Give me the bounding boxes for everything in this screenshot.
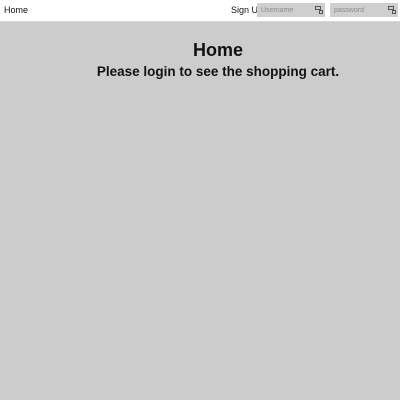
page-title: Home [192, 40, 243, 60]
password-field [330, 3, 398, 17]
home-link[interactable]: Home [4, 5, 28, 15]
top-nav-bar: Home Sign Up [0, 0, 400, 22]
login-prompt-message: Please login to see the shopping cart. [96, 64, 340, 79]
key-icon [315, 6, 323, 14]
key-icon [388, 6, 396, 14]
username-field [257, 3, 325, 17]
